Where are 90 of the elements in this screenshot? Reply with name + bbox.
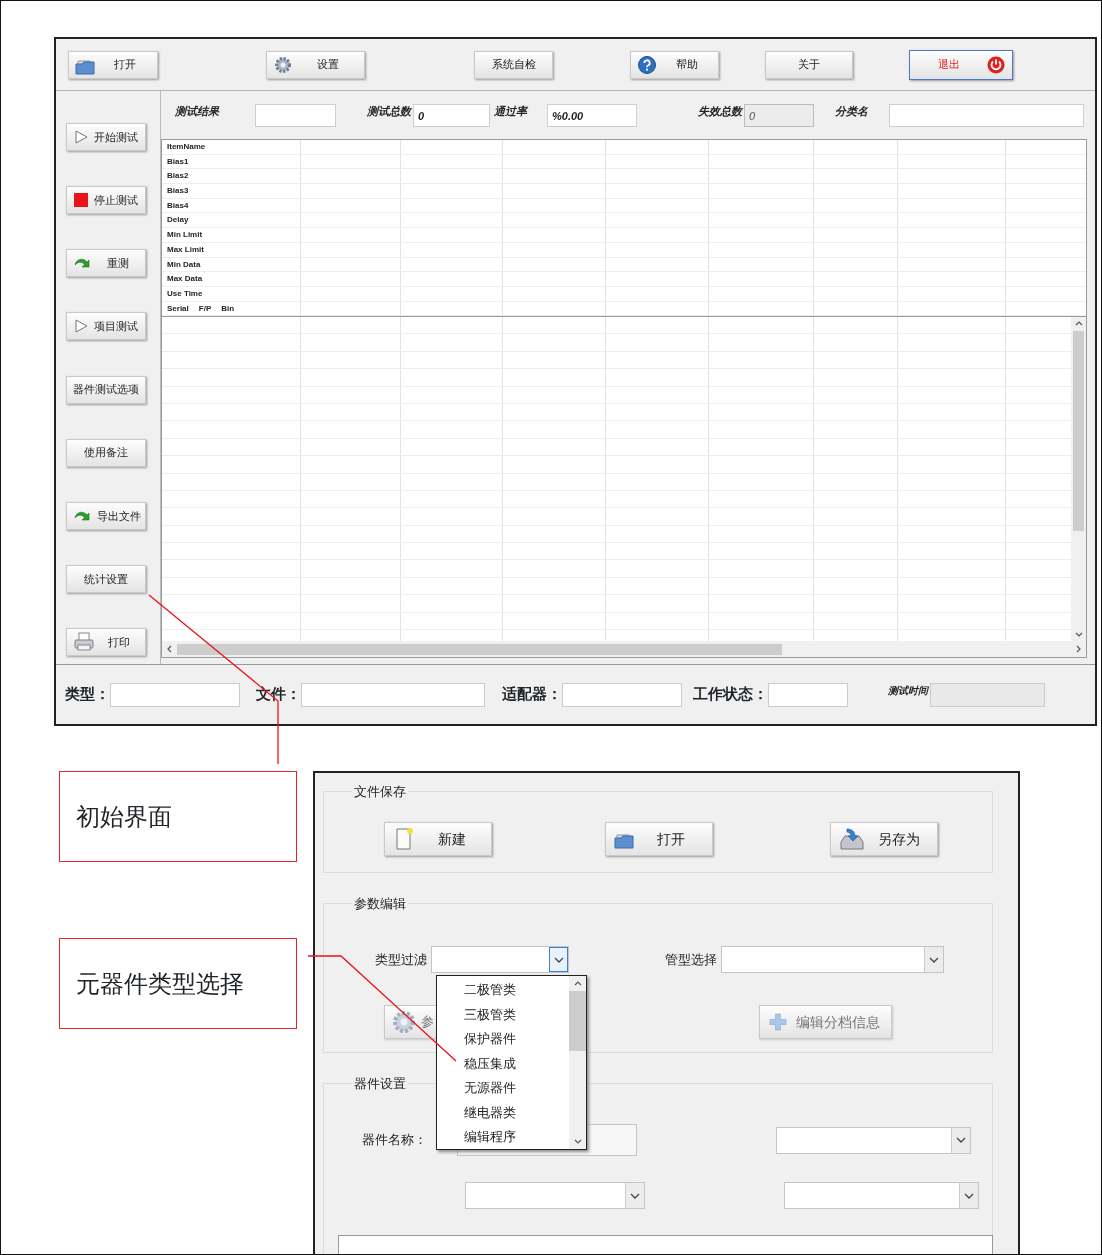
text-field[interactable]: 0 bbox=[413, 103, 490, 127]
help-icon bbox=[637, 54, 657, 75]
row-header: Delay bbox=[167, 214, 189, 227]
sidebar-button[interactable]: 使用备注 bbox=[66, 438, 146, 467]
play-icon bbox=[73, 129, 89, 145]
field-label: 通过率 bbox=[494, 103, 529, 119]
row-header: Max Limit bbox=[167, 243, 204, 256]
dialog-button[interactable]: 打开 bbox=[605, 822, 713, 856]
row-header: Bias4 bbox=[167, 199, 189, 212]
text-field[interactable] bbox=[301, 682, 485, 707]
dialog-button[interactable]: 新建 bbox=[384, 822, 492, 856]
row-header: F/P bbox=[198, 302, 212, 315]
sidebar-button[interactable]: 停止测试 bbox=[66, 186, 146, 215]
field-label: 文件： bbox=[256, 685, 301, 705]
chevron-down-icon bbox=[956, 1135, 966, 1145]
horizontal-scrollbar[interactable] bbox=[162, 641, 1086, 657]
dropdown-option[interactable]: 无源器件 bbox=[437, 1076, 569, 1101]
field-label: 测试结果 bbox=[175, 103, 221, 119]
field-label: 工作状态： bbox=[693, 685, 768, 705]
dropdown-field[interactable] bbox=[465, 1182, 645, 1209]
row-header: Serial bbox=[167, 302, 189, 315]
scrollbar-thumb[interactable] bbox=[177, 643, 782, 655]
toolbar-button[interactable]: 设置 bbox=[266, 50, 365, 79]
sidebar-button[interactable]: 导出文件 bbox=[66, 501, 146, 530]
toolbar-button[interactable]: 关于 bbox=[765, 50, 853, 79]
text-field[interactable] bbox=[889, 103, 1084, 127]
scroll-up-icon bbox=[1074, 319, 1083, 327]
dropdown-option[interactable]: 二极管类 bbox=[437, 978, 569, 1003]
dropdown-option[interactable]: 继电器类 bbox=[437, 1100, 569, 1125]
dropdown-option[interactable]: 编辑程序 bbox=[437, 1125, 569, 1150]
field-label: 类型过滤 bbox=[375, 950, 427, 969]
gear-icon bbox=[273, 54, 293, 75]
row-header: Use Time bbox=[167, 287, 203, 300]
scroll-down-icon bbox=[1074, 631, 1083, 639]
scroll-down-icon bbox=[573, 1138, 582, 1146]
row-header: Bias3 bbox=[167, 185, 189, 198]
vertical-scrollbar[interactable] bbox=[569, 976, 586, 1149]
gear-icon bbox=[391, 1009, 417, 1035]
dropdown-field[interactable] bbox=[721, 946, 944, 973]
callout-text: 元器件类型选择 bbox=[76, 968, 244, 999]
play-icon bbox=[73, 318, 89, 335]
text-field[interactable] bbox=[768, 682, 848, 707]
toolbar-button[interactable]: 系统自检 bbox=[474, 50, 553, 79]
sidebar-button[interactable]: 器件测试选项 bbox=[66, 375, 146, 404]
sidebar-button[interactable]: 项目测试 bbox=[66, 312, 146, 341]
row-header: Bin bbox=[221, 302, 235, 315]
field-label: 测试时间 bbox=[888, 684, 928, 698]
scroll-left-icon bbox=[165, 645, 173, 653]
scrollbar-thumb[interactable] bbox=[1073, 331, 1084, 531]
field-label: 类型： bbox=[65, 685, 110, 705]
toolbar-button[interactable]: 退出 bbox=[909, 49, 1013, 80]
dropdown-field[interactable] bbox=[784, 1182, 979, 1209]
field-label: 分类名 bbox=[835, 103, 869, 119]
field-label: 测试总数 bbox=[367, 103, 413, 119]
text-field[interactable] bbox=[562, 682, 682, 707]
dropdown-option[interactable]: 稳压集成 bbox=[437, 1051, 569, 1076]
sidebar-button[interactable]: 统计设置 bbox=[66, 564, 146, 593]
dropdown-field[interactable] bbox=[431, 946, 569, 973]
row-header: Min Data bbox=[167, 258, 201, 271]
row-header: Bias1 bbox=[167, 155, 189, 168]
dropdown-button[interactable] bbox=[924, 947, 943, 972]
field-label: 失效总数 bbox=[698, 103, 744, 119]
field-label: 适配器： bbox=[502, 685, 562, 705]
scrollbar-thumb[interactable] bbox=[569, 991, 586, 1051]
sidebar-button[interactable]: 开始测试 bbox=[66, 123, 146, 151]
dropdown-field[interactable] bbox=[776, 1126, 971, 1154]
power-icon bbox=[986, 54, 1006, 75]
row-header: Min Limit bbox=[167, 229, 203, 242]
scroll-right-icon bbox=[1075, 645, 1083, 653]
printer-icon bbox=[73, 631, 95, 653]
row-header: Max Data bbox=[167, 273, 203, 286]
sidebar-button[interactable]: 打印 bbox=[66, 628, 146, 656]
vertical-scrollbar[interactable] bbox=[1071, 317, 1086, 641]
text-field[interactable]: %0.00 bbox=[547, 103, 637, 127]
field-label: 器件名称： bbox=[362, 1131, 427, 1150]
text-field[interactable] bbox=[255, 103, 336, 127]
field-label: 管型选择 bbox=[665, 950, 717, 969]
tray-arrow-icon bbox=[839, 826, 865, 852]
scroll-up-icon bbox=[573, 979, 582, 987]
toolbar-button[interactable]: 打开 bbox=[68, 50, 158, 79]
toolbar-button[interactable]: 帮助 bbox=[630, 50, 719, 79]
stop-icon bbox=[73, 192, 89, 209]
text-field[interactable] bbox=[110, 682, 240, 707]
dialog-button[interactable]: 另存为 bbox=[830, 822, 938, 856]
callout-text: 初始界面 bbox=[76, 801, 172, 832]
plus-icon bbox=[768, 1012, 788, 1032]
row-header: ItemName bbox=[167, 141, 206, 153]
row-header: Bias2 bbox=[167, 170, 189, 183]
dropdown-button[interactable] bbox=[549, 947, 568, 972]
sidebar-button[interactable]: 重测 bbox=[66, 249, 146, 278]
